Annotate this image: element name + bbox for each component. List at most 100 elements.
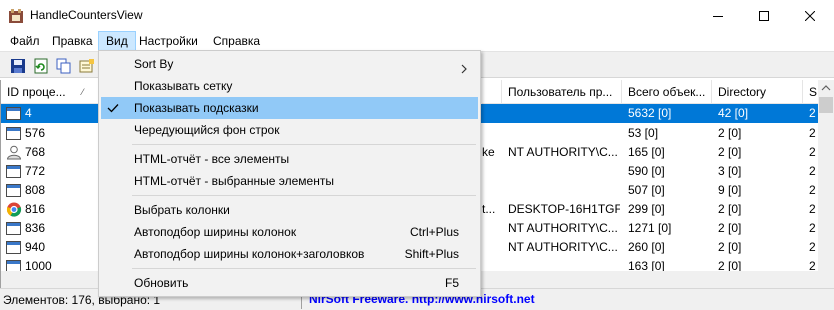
menu-item-label: HTML-отчёт - выбранные элементы	[134, 174, 334, 188]
cell-pid: 772	[25, 164, 46, 178]
menu-html-report-all[interactable]: HTML-отчёт - все элементы	[101, 148, 478, 170]
menu-item-label: Автоподбор ширины колонок	[134, 225, 297, 239]
cell-total: 165 [0]	[628, 145, 665, 159]
menu-item-shortcut: F5	[444, 276, 459, 290]
menu-separator	[132, 144, 476, 145]
cell-directory: 2 [0]	[718, 145, 742, 159]
menu-separator	[132, 268, 476, 269]
menu-separator	[132, 195, 476, 196]
column-header-hidden[interactable]	[482, 80, 502, 104]
chrome-icon	[6, 202, 22, 217]
menu-show-grid[interactable]: Показывать сетку	[101, 75, 478, 97]
menu-choose-columns[interactable]: Выбрать колонки	[101, 199, 478, 221]
menu-autosize-columns-headers[interactable]: Автоподбор ширины колонок+заголовков Shif…	[101, 243, 478, 265]
menu-bar: Файл Правка Вид Настройки Справка	[0, 31, 834, 51]
window-icon	[6, 221, 22, 236]
cell-pid: 940	[25, 240, 46, 254]
cell-pid: 808	[25, 183, 46, 197]
properties-icon[interactable]	[77, 56, 97, 76]
menu-autosize-columns[interactable]: Автоподбор ширины колонок Ctrl+Plus	[101, 221, 478, 243]
cell-directory: 2 [0]	[718, 202, 742, 216]
cell-s: 2	[809, 202, 816, 216]
cell-total: 590 [0]	[628, 164, 665, 178]
cell-user: NT AUTHORITY\C...	[508, 221, 618, 235]
menu-item-label: Чередующийся фон строк	[134, 123, 280, 137]
menu-settings[interactable]: Настройки	[132, 31, 205, 51]
cell-pid: 836	[25, 221, 46, 235]
window-icon	[6, 106, 22, 121]
cell-s: 2	[809, 164, 816, 178]
view-menu-dropdown: Sort By Показывать сетку Показывать подска…	[98, 50, 481, 297]
cell-extra	[482, 104, 502, 123]
cell-directory: 2 [0]	[718, 126, 742, 140]
vertical-scroll-thumb[interactable]	[819, 97, 833, 113]
title-bar[interactable]: HandleCountersView	[0, 0, 834, 31]
cell-s: 2	[809, 106, 816, 120]
menu-item-label: Показывать сетку	[134, 79, 233, 93]
menu-item-shortcut: Shift+Plus	[404, 247, 459, 261]
menu-alternate-rows[interactable]: Чередующийся фон строк	[101, 119, 478, 141]
column-header-s[interactable]: S	[803, 80, 818, 104]
cell-user	[508, 124, 620, 143]
cell-extra: ke	[482, 145, 495, 159]
window-icon	[6, 240, 22, 255]
menu-refresh[interactable]: Обновить F5	[101, 272, 478, 294]
cell-extra	[482, 181, 502, 200]
window-icon	[6, 164, 22, 179]
cell-directory: 2 [0]	[718, 240, 742, 254]
menu-view[interactable]: Вид	[98, 31, 136, 51]
column-header-directory[interactable]: Directory	[712, 80, 803, 104]
minimize-button[interactable]	[695, 0, 741, 31]
cell-total: 53 [0]	[628, 126, 659, 140]
cell-s: 2	[809, 126, 816, 140]
app-icon	[8, 8, 24, 24]
cell-pid: 768	[25, 145, 46, 159]
cell-directory: 42 [0]	[718, 106, 749, 120]
scroll-up-icon[interactable]	[818, 80, 834, 96]
cell-total: 5632 [0]	[628, 106, 672, 120]
menu-item-shortcut: Ctrl+Plus	[409, 225, 459, 239]
cell-directory: 3 [0]	[718, 164, 742, 178]
sort-ascending-icon: ⁄	[82, 87, 84, 97]
save-icon[interactable]	[8, 56, 28, 76]
maximize-button[interactable]	[741, 0, 787, 31]
menu-edit[interactable]: Правка	[45, 31, 100, 51]
cell-s: 2	[809, 240, 816, 254]
user-icon	[6, 145, 22, 160]
menu-show-tooltips[interactable]: Показывать подсказки	[101, 97, 478, 119]
close-button[interactable]	[787, 0, 833, 31]
vertical-scrollbar[interactable]	[818, 80, 834, 288]
cell-user	[508, 104, 620, 123]
cell-directory: 9 [0]	[718, 183, 742, 197]
cell-pid: 816	[25, 202, 46, 216]
cell-total: 507 [0]	[628, 183, 665, 197]
cell-total: 299 [0]	[628, 202, 665, 216]
menu-item-label: Выбрать колонки	[134, 203, 230, 217]
column-header-pid[interactable]: ID проце... ⁄	[1, 80, 101, 104]
column-header-total[interactable]: Всего объек...	[622, 80, 712, 104]
menu-item-label: HTML-отчёт - все элементы	[134, 152, 290, 166]
menu-file[interactable]: Файл	[3, 31, 47, 51]
menu-html-report-selected[interactable]: HTML-отчёт - выбранные элементы	[101, 170, 478, 192]
cell-directory: 2 [0]	[718, 221, 742, 235]
cell-pid: 576	[25, 126, 46, 140]
refresh-icon[interactable]	[31, 56, 51, 76]
cell-extra	[482, 124, 502, 143]
cell-s: 2	[809, 145, 816, 159]
cell-user	[508, 162, 620, 181]
cell-total: 260 [0]	[628, 240, 665, 254]
cell-user	[508, 181, 620, 200]
window-title: HandleCountersView	[30, 8, 143, 22]
menu-sort-by[interactable]: Sort By	[101, 53, 478, 75]
copy-icon[interactable]	[54, 56, 74, 76]
menu-item-label: Обновить	[134, 276, 189, 290]
cell-extra	[482, 162, 502, 181]
menu-help[interactable]: Справка	[206, 31, 267, 51]
cell-extra	[482, 238, 502, 257]
menu-item-label: Показывать подсказки	[134, 101, 259, 115]
window-icon	[6, 183, 22, 198]
column-header-user[interactable]: Пользователь пр...	[502, 80, 622, 104]
cell-pid: 4	[25, 106, 32, 120]
window-icon	[6, 126, 22, 141]
cell-extra: t...	[482, 202, 496, 216]
